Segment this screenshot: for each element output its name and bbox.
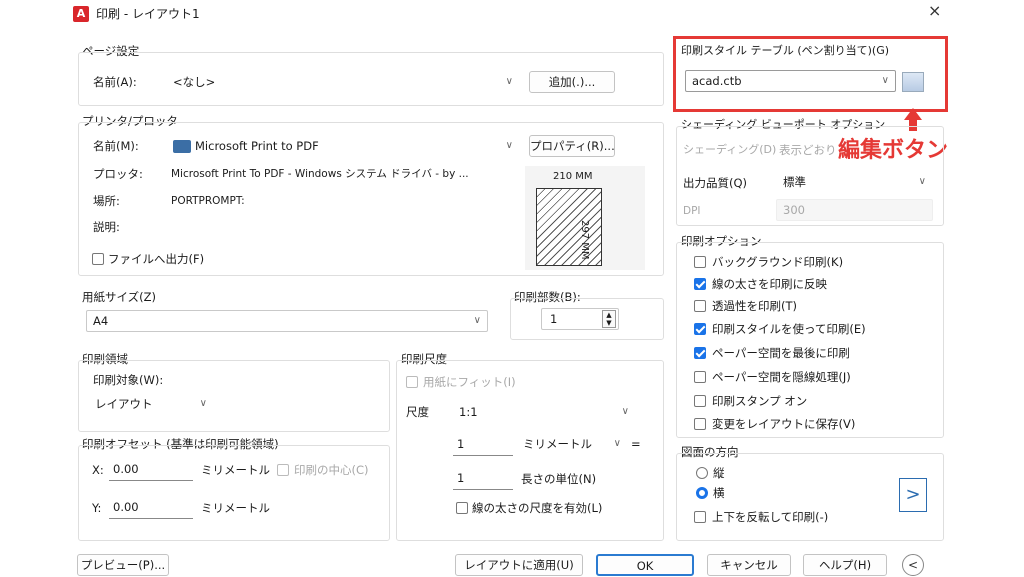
page-setup-name-select[interactable]: <なし> ∨ — [166, 71, 520, 93]
fit-to-paper-checkbox[interactable] — [406, 376, 418, 388]
scale-label: 尺度 — [406, 405, 429, 419]
quality-label: 出力品質(Q) — [683, 176, 748, 190]
location-label: 場所: — [93, 194, 120, 208]
portrait-radio[interactable] — [696, 467, 708, 479]
shade-select[interactable]: 表示どおり — [776, 139, 836, 161]
description-label: 説明: — [93, 220, 120, 234]
plot-option-label: 印刷スタイルを使って印刷(E) — [712, 322, 866, 336]
landscape-label: 横 — [713, 486, 725, 500]
scale-lineweights-checkbox[interactable] — [456, 502, 468, 514]
plot-option-checkbox[interactable] — [694, 347, 706, 359]
plot-option-checkbox[interactable] — [694, 323, 706, 335]
dpi-input[interactable]: 300 — [776, 199, 933, 221]
center-plot-checkbox[interactable] — [277, 464, 289, 476]
offset-y-label: Y: — [92, 501, 102, 515]
location-value: PORTPROMPT: — [171, 195, 245, 207]
offset-x-input[interactable]: 0.00 — [109, 458, 193, 480]
landscape-radio[interactable] — [696, 487, 708, 499]
plot-option-label: 透過性を印刷(T) — [712, 299, 797, 313]
paper-size-header: 用紙サイズ(Z) — [82, 290, 157, 304]
printer-name-select[interactable]: Microsoft Print to PDF ∨ — [166, 135, 520, 157]
ok-button[interactable]: OK — [596, 554, 694, 576]
offset-y-unit: ミリメートル — [201, 501, 270, 515]
preview-button[interactable]: プレビュー(P)... — [77, 554, 169, 576]
plot-option-checkbox[interactable] — [694, 395, 706, 407]
scale-value1-input[interactable]: 1 — [453, 433, 513, 455]
upside-down-label: 上下を反転して印刷(-) — [712, 510, 829, 524]
shade-label: シェーディング(D) — [683, 143, 777, 156]
offset-y-input[interactable]: 0.00 — [109, 496, 193, 518]
add-page-setup-button[interactable]: 追加(.)... — [529, 71, 615, 93]
fit-to-paper-label: 用紙にフィット(I) — [423, 375, 516, 389]
drawing-units-label: 長さの単位(N) — [521, 472, 597, 486]
portrait-label: 縦 — [713, 466, 725, 480]
plotter-label: プロッタ: — [93, 167, 143, 181]
preview-height-label: 297 MM — [579, 220, 590, 260]
chevron-down-icon: ∨ — [473, 315, 481, 326]
offset-x-label: X: — [92, 463, 104, 477]
quality-select[interactable]: 標準 ∨ — [776, 171, 933, 193]
chevron-down-icon: ∨ — [881, 75, 889, 86]
window-title: 印刷 - レイアウト1 — [96, 7, 200, 21]
offset-x-underline — [109, 480, 193, 481]
print-to-file-label: ファイルへ出力(F) — [108, 252, 205, 266]
scale-value2-input[interactable]: 1 — [453, 467, 513, 489]
scale-value1-underline — [453, 455, 513, 456]
offset-x-unit: ミリメートル — [201, 463, 270, 477]
close-icon[interactable]: × — [928, 3, 941, 19]
landscape-orientation-icon: > — [899, 478, 927, 512]
cancel-button[interactable]: キャンセル — [707, 554, 791, 576]
plot-option-label: ペーパー空間を最後に印刷 — [712, 346, 850, 360]
plot-option-checkbox[interactable] — [694, 418, 706, 430]
plot-option-label: ペーパー空間を隠線処理(J) — [712, 370, 851, 384]
upside-down-checkbox[interactable] — [694, 511, 706, 523]
center-plot-label: 印刷の中心(C) — [294, 463, 369, 477]
chevron-down-icon: ∨ — [613, 438, 621, 449]
help-button[interactable]: ヘルプ(H) — [803, 554, 887, 576]
scale-select[interactable]: 1:1 ∨ — [452, 401, 636, 423]
plot-option-label: 変更をレイアウトに保存(V) — [712, 417, 856, 431]
paper-size-select[interactable]: A4 ∨ — [86, 310, 488, 332]
edit-plot-style-icon[interactable] — [902, 72, 924, 92]
scale-value2-underline — [453, 489, 513, 490]
plotter-value: Microsoft Print To PDF - Windows システム ドラ… — [171, 168, 469, 180]
printer-icon — [173, 140, 191, 153]
apply-to-layout-button[interactable]: レイアウトに適用(U) — [455, 554, 583, 576]
plot-what-select[interactable]: レイアウト ∨ — [88, 393, 214, 415]
scale-unit-select[interactable]: ミリメートル ∨ — [516, 433, 628, 455]
page-setup-name-label: 名前(A): — [93, 75, 137, 89]
chevron-down-icon: ∨ — [918, 176, 926, 187]
plot-option-checkbox[interactable] — [694, 300, 706, 312]
plot-option-checkbox[interactable] — [694, 278, 706, 290]
plot-option-label: 印刷スタンプ オン — [712, 394, 808, 408]
dpi-label: DPI — [683, 205, 701, 217]
equals-sign: = — [631, 437, 641, 451]
offset-y-underline — [109, 518, 193, 519]
preview-width-label: 210 MM — [550, 169, 596, 185]
chevron-down-icon: ∨ — [505, 76, 513, 87]
chevron-down-icon: ∨ — [505, 140, 513, 151]
copies-spinner[interactable]: ▲ ▼ — [602, 310, 616, 328]
plot-option-checkbox[interactable] — [694, 371, 706, 383]
plot-what-label: 印刷対象(W): — [93, 373, 164, 387]
app-icon: A — [73, 6, 89, 22]
print-to-file-checkbox[interactable] — [92, 253, 104, 265]
plot-option-label: バックグラウンド印刷(K) — [712, 255, 844, 269]
chevron-down-icon: ∨ — [199, 398, 207, 409]
printer-name-label: 名前(M): — [93, 139, 139, 153]
plot-option-label: 線の太さを印刷に反映 — [712, 277, 827, 291]
plot-option-checkbox[interactable] — [694, 256, 706, 268]
plot-style-table-select[interactable]: acad.ctb ∨ — [685, 70, 896, 92]
collapse-chevron-icon[interactable]: < — [902, 554, 924, 576]
hatched-paper-icon — [536, 188, 602, 266]
chevron-down-icon: ∨ — [621, 406, 629, 417]
printer-properties-button[interactable]: プロパティ(R)... — [529, 135, 615, 157]
scale-lineweights-label: 線の太さの尺度を有効(L) — [472, 501, 603, 515]
